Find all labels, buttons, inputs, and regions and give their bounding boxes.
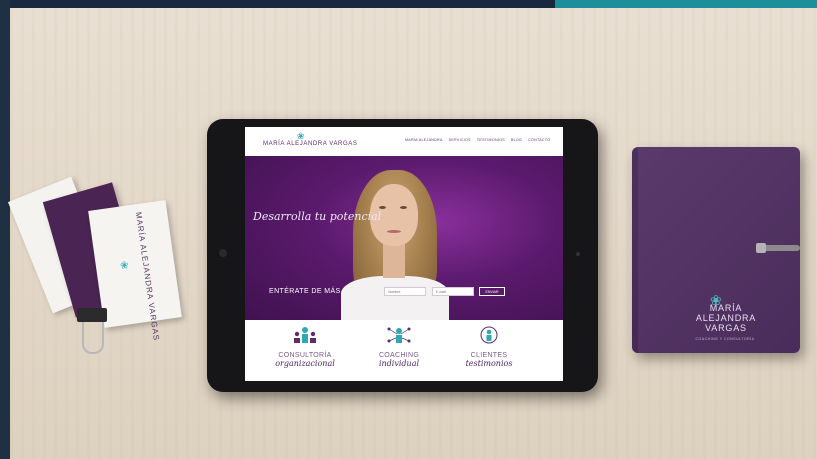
binder-clip-jaw	[77, 308, 107, 322]
notebook-name-line1: MARÍA	[709, 303, 743, 313]
service-coaching[interactable]: COACHING individual	[351, 326, 447, 368]
service-consulting-title: CONSULTORÍA	[278, 352, 332, 359]
notebook-elastic-band	[756, 243, 800, 253]
lotus-icon: ❀	[119, 259, 130, 273]
nav-link-about[interactable]: MARÍA ALEJANDRA	[405, 138, 443, 142]
website-nav: MARÍA ALEJANDRA SERVICIOS TESTIMONIOS BL…	[405, 138, 550, 142]
person-circle-icon	[441, 326, 537, 346]
service-clients-title: CLIENTES	[470, 352, 508, 359]
hero-cta-label: ENTÉRATE DE MÁS	[269, 288, 341, 295]
network-person-icon	[351, 326, 447, 346]
notebook-subtitle: COACHING Y CONSULTORÍA	[695, 337, 755, 341]
service-consulting-subtitle: organizacional	[275, 359, 335, 368]
portrait-neck	[383, 244, 405, 278]
teal-accent-strip	[555, 0, 817, 8]
service-coaching-subtitle: individual	[378, 359, 420, 368]
notebook-name-line2: ALEJANDRA	[695, 313, 757, 323]
tablet: ❀ MARÍA ALEJANDRA VARGAS MARÍA ALEJANDRA…	[207, 119, 598, 392]
binder-clip-handle	[82, 318, 104, 354]
website-header: ❀ MARÍA ALEJANDRA VARGAS MARÍA ALEJANDRA…	[245, 127, 563, 156]
hero-tagline: Desarrolla tu potencial	[253, 210, 382, 223]
portrait-shirt	[341, 276, 449, 320]
nav-link-contact[interactable]: CONTACTO	[528, 138, 550, 142]
nav-link-services[interactable]: SERVICIOS	[449, 138, 471, 142]
left-edge-strip	[0, 0, 10, 459]
notebook-name: MARÍA ALEJANDRA VARGAS	[676, 303, 776, 333]
nav-link-blog[interactable]: BLOG	[511, 138, 522, 142]
service-coaching-title: COACHING	[378, 352, 420, 359]
notebook-spine	[632, 147, 638, 353]
tablet-screen: ❀ MARÍA ALEJANDRA VARGAS MARÍA ALEJANDRA…	[245, 127, 563, 381]
portrait-lips	[387, 230, 401, 233]
nav-link-testimonials[interactable]: TESTIMONIOS	[477, 138, 505, 142]
portrait-eye-left	[379, 206, 386, 209]
name-input[interactable]: Nombre	[384, 287, 426, 296]
group-icon	[257, 326, 353, 346]
website-hero: Desarrolla tu potencial ENTÉRATE DE MÁS …	[245, 156, 563, 320]
service-clients[interactable]: CLIENTES testimonios	[441, 326, 537, 368]
portrait-eye-right	[400, 206, 407, 209]
services-section: CONSULTORÍA organizacional COACHING indi…	[245, 320, 563, 381]
notebook-name-line3: VARGAS	[705, 323, 747, 333]
service-consulting[interactable]: CONSULTORÍA organizacional	[257, 326, 353, 368]
send-button[interactable]: ENVIAR	[479, 287, 505, 296]
business-card-name: MARÍA ALEJANDRA VARGAS	[133, 211, 161, 342]
notebook-band-strap	[762, 245, 800, 251]
tablet-home-button	[219, 249, 227, 257]
tablet-camera	[576, 252, 580, 256]
notebook: ❀ MARÍA ALEJANDRA VARGAS COACHING Y CONS…	[632, 147, 800, 353]
service-clients-subtitle: testimonios	[465, 359, 513, 368]
website-logo-text: MARÍA ALEJANDRA VARGAS	[263, 141, 358, 147]
binder-clip	[77, 300, 107, 355]
email-input[interactable]: E-mail	[432, 287, 474, 296]
notebook-band-clasp	[756, 243, 766, 253]
